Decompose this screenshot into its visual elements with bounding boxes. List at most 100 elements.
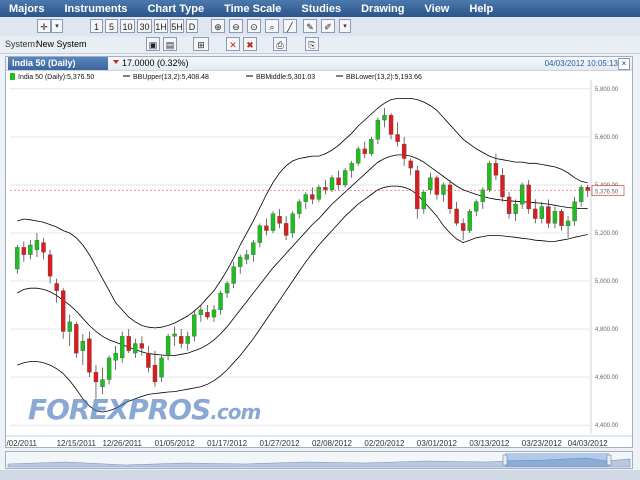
candle-up: [474, 201, 479, 212]
navigator-window[interactable]: [505, 453, 609, 467]
candle-up: [356, 148, 361, 164]
candle-up: [113, 352, 118, 361]
x-tick-label: 12/15/2011: [57, 439, 97, 447]
navigator-bar[interactable]: [5, 451, 633, 469]
candle-down: [362, 148, 367, 154]
candle-down: [336, 177, 341, 186]
candle-down: [277, 216, 282, 224]
x-tick-label: 03/13/2012: [469, 439, 510, 447]
candle-up: [100, 379, 105, 387]
candle-up: [159, 357, 164, 378]
menu-majors[interactable]: Majors: [0, 3, 55, 15]
line-tool-button[interactable]: ╱: [283, 19, 297, 33]
remove-all-button[interactable]: ✖: [243, 37, 257, 51]
legend-swatch-price: [10, 73, 15, 80]
x-tick-label: 12/02/2011: [6, 439, 38, 447]
menu-drawing[interactable]: Drawing: [352, 3, 415, 15]
candle-up: [270, 213, 276, 231]
candle-down: [41, 242, 46, 253]
candle-up: [231, 266, 236, 284]
instrument-tab[interactable]: India 50 (Daily): [8, 57, 108, 70]
candle-up: [211, 309, 217, 318]
candle-down: [146, 352, 151, 368]
candle-down: [415, 170, 420, 210]
menu-chart-type[interactable]: Chart Type: [138, 3, 215, 15]
last-price-label: 5,376.50: [595, 190, 619, 196]
menu-view[interactable]: View: [416, 3, 461, 15]
save-button[interactable]: ▣: [146, 37, 160, 51]
system-bar: System: New System ▣ ▤ ⊞ ✕ ✖ ⎙ ⎘: [0, 36, 640, 54]
bb-upper-line: [17, 97, 588, 329]
system-value[interactable]: New System: [36, 39, 87, 49]
candle-down: [454, 208, 459, 224]
candle-down: [401, 143, 407, 159]
timeframe-button[interactable]: 5: [105, 19, 118, 33]
candle-down: [585, 187, 590, 191]
x-tick-label: 02/20/2012: [364, 439, 405, 447]
open-button[interactable]: ▤: [163, 37, 177, 51]
export-button[interactable]: ⎘: [305, 37, 319, 51]
delete-button[interactable]: ✕: [226, 37, 240, 51]
pencil-tool-button[interactable]: ✐: [321, 19, 335, 33]
candle-up: [565, 220, 571, 226]
zoom-out-button[interactable]: ⊖: [229, 19, 243, 33]
timeframe-button[interactable]: D: [186, 19, 198, 33]
print-button[interactable]: ⎙: [273, 37, 287, 51]
zoom-reset-button[interactable]: ⌕: [265, 19, 279, 33]
chart-panel: India 50 (Daily) 17.0000 (0.32%) 04/03/2…: [5, 56, 633, 448]
x-tick-label: 03/01/2012: [417, 439, 458, 447]
candle-down: [74, 324, 79, 354]
legend-bb-middle: BBMiddle:5,301.03: [256, 74, 315, 81]
zoom-in-button[interactable]: ⊕: [211, 19, 225, 33]
timeframe-button[interactable]: 1: [90, 19, 103, 33]
menu-help[interactable]: Help: [460, 3, 504, 15]
candle-up: [441, 184, 446, 195]
system-label: System:: [5, 39, 38, 49]
y-tick-label: 5,800.00: [595, 87, 619, 93]
candle-up: [572, 201, 577, 222]
zoom-area-button[interactable]: ⊙: [247, 19, 261, 33]
draw-dropdown-button[interactable]: ▾: [339, 19, 351, 33]
candle-down: [434, 177, 440, 195]
candle-up: [539, 206, 545, 219]
candle-up: [349, 163, 354, 171]
y-tick-label: 4,800.00: [595, 327, 619, 333]
price-chart[interactable]: 4,400.00 4,600.00 4,800.00 5,000.00 5,200.00…: [6, 70, 632, 447]
candle-up: [329, 177, 335, 190]
candle-up: [165, 336, 171, 356]
candle-down: [533, 208, 538, 219]
candle-up: [238, 256, 243, 267]
navigator-mini-chart: [7, 453, 631, 468]
timeframe-button[interactable]: 30: [137, 19, 152, 33]
crosshair-dropdown-button[interactable]: ▾: [51, 19, 63, 33]
candle-up: [120, 336, 125, 359]
close-icon[interactable]: ×: [618, 58, 630, 70]
add-study-button[interactable]: ⊞: [193, 37, 209, 51]
candle-up: [467, 211, 472, 231]
candle-down: [179, 336, 184, 344]
candle-up: [67, 321, 72, 332]
menu-time-scale[interactable]: Time Scale: [215, 3, 292, 15]
timeframe-button[interactable]: 5H: [170, 19, 184, 33]
candle-down: [283, 223, 289, 236]
candle-down: [559, 211, 564, 226]
chart-header: India 50 (Daily) 17.0000 (0.32%) 04/03/2…: [6, 57, 632, 71]
candle-up: [578, 187, 584, 202]
candle-down: [21, 247, 27, 255]
candle-up: [172, 333, 177, 337]
menu-instruments[interactable]: Instruments: [55, 3, 138, 15]
candle-up: [513, 203, 518, 214]
crosshair-tool-button[interactable]: ✛: [37, 19, 51, 33]
timeframe-button[interactable]: 1H: [154, 19, 168, 33]
legend-bb-lower: BBLower(13,2):5,193.66: [346, 74, 422, 81]
candle-up: [297, 201, 302, 214]
candle-down: [93, 372, 99, 383]
menu-studies[interactable]: Studies: [292, 3, 352, 15]
navigator-left-handle[interactable]: [502, 454, 508, 466]
x-tick-label: 04/03/2012: [568, 439, 609, 447]
y-tick-label: 4,600.00: [595, 375, 619, 381]
candle-up: [519, 184, 525, 205]
timeframe-button[interactable]: 10: [120, 19, 135, 33]
navigator-right-handle[interactable]: [606, 454, 612, 466]
draw-tool-button[interactable]: ✎: [303, 19, 317, 33]
